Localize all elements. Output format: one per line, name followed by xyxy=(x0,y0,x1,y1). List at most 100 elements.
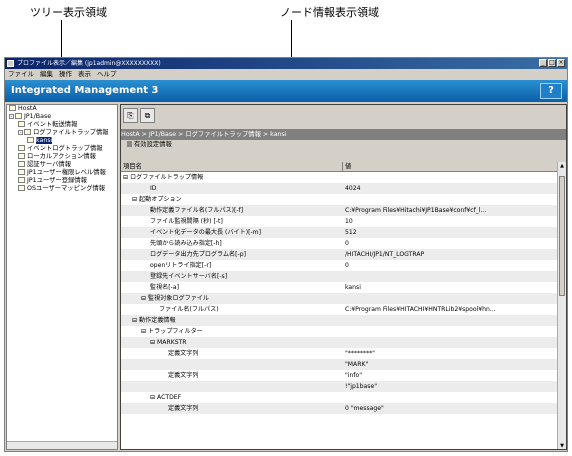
title-bar[interactable]: プロファイル表示／編集 (jp1admin@XXXXXXXXX) _ □ × xyxy=(5,58,567,69)
grid-cell-value: "info" xyxy=(345,372,363,379)
grid-cell-name: 先頭から読み込み指定[-h] xyxy=(150,240,222,247)
grid-cell-name: ログデータ出力先プログラム名[-p] xyxy=(150,251,246,258)
node-icon xyxy=(15,113,22,119)
grid-row[interactable]: !"jp1base" xyxy=(121,381,559,392)
grid-cell-value xyxy=(343,337,559,348)
grid-cell-name: openリトライ指定[-r] xyxy=(150,262,212,269)
grid-row[interactable]: ⊟ 動作定義情報 xyxy=(121,315,559,326)
grid-cell-name: ファイル監視間隔 (秒) [-t] xyxy=(150,218,223,225)
grid-cell-value: /HITACHI/JP1/NT_LOGTRAP xyxy=(345,251,425,258)
tree-item[interactable]: HostA xyxy=(7,105,117,113)
tree-area-callout: ツリー表示領域 xyxy=(30,6,107,19)
tree-item-label: JP1ユーザー登録情報 xyxy=(27,177,87,184)
section-icon xyxy=(127,141,132,147)
grid-cell-value: 0 "message" xyxy=(345,405,384,412)
grid-cell-value xyxy=(343,172,559,183)
section-label: 有効設定情報 xyxy=(134,141,172,148)
grid-cell-value: !"jp1base" xyxy=(345,383,378,390)
node-icon xyxy=(18,169,25,175)
property-grid: 項目名 値 ⊟ ログファイルトラップ情報 ID 4024 ⊟ 起動オプション動作定義フ… xyxy=(121,162,559,449)
grid-cell-value: 4024 xyxy=(345,185,361,192)
grid-cell-name: 定義文字列 xyxy=(168,350,199,357)
scroll-down-icon[interactable]: ▼ xyxy=(559,443,565,449)
tree-expander-icon[interactable]: - xyxy=(18,129,23,135)
product-title: Integrated Management 3 xyxy=(11,85,159,96)
grid-cell-name: 動作定義ファイル名(フルパス)[-f] xyxy=(150,207,244,214)
product-banner: Integrated Management 3 ? xyxy=(5,80,567,102)
menu-file[interactable]: ファイル xyxy=(8,69,34,80)
tree-item[interactable]: JP1ユーザー権限レベル情報 xyxy=(7,169,117,177)
menu-view[interactable]: 表示 xyxy=(78,69,91,80)
grid-cell-name: イベント化データの最大長 (バイト)[-m] xyxy=(150,229,261,236)
menu-operation[interactable]: 操作 xyxy=(59,69,72,80)
maximize-button[interactable]: □ xyxy=(548,59,556,67)
menu-help[interactable]: ヘルプ xyxy=(97,69,117,80)
menu-bar: ファイル 編集 操作 表示 ヘルプ xyxy=(5,69,567,80)
grid-cell-name: ファイル名(フルパス) xyxy=(159,306,219,313)
grid-row[interactable]: ファイル名(フルパス) C:¥Program Files¥HITACHI¥HNTR… xyxy=(121,304,559,315)
tree-item[interactable]: 認証サーバ情報 xyxy=(7,161,117,169)
tree-view[interactable]: HostA - JP1/Base イベント転送情報 - ログファイルトラップ情報 kansi… xyxy=(6,104,118,450)
grid-row[interactable]: 動作定義ファイル名(フルパス)[-f] C:¥Program Files¥Hita… xyxy=(121,205,559,216)
tree-item[interactable]: kansi xyxy=(7,137,117,145)
tree-item[interactable]: - JP1/Base xyxy=(7,113,117,121)
tree-item-label: イベント転送情報 xyxy=(27,121,78,128)
column-header-value[interactable]: 値 xyxy=(343,162,559,171)
grid-row[interactable]: 先頭から読み込み指定[-h] 0 xyxy=(121,238,559,249)
grid-row[interactable]: ⊟ 監視対象ログファイル xyxy=(121,293,559,304)
tree-expander-icon[interactable]: - xyxy=(9,113,14,119)
grid-row[interactable]: ⊟ トラップフィルター xyxy=(121,326,559,337)
grid-row[interactable]: 登録先イベントサーバ名[-s] xyxy=(121,271,559,282)
tree-item[interactable]: イベント転送情報 xyxy=(7,121,117,129)
minimize-button[interactable]: _ xyxy=(539,59,547,67)
grid-row[interactable]: ⊟ MARKSTR xyxy=(121,337,559,348)
tree-item-label: OSユーザーマッピング情報 xyxy=(27,185,106,192)
column-header-name[interactable]: 項目名 xyxy=(121,162,343,171)
tree-item-label: ログファイルトラップ情報 xyxy=(33,129,109,136)
tree-item[interactable]: イベントログトラップ情報 xyxy=(7,145,117,153)
scroll-up-icon[interactable]: ▲ xyxy=(559,163,565,170)
grid-row[interactable]: ログデータ出力先プログラム名[-p] /HITACHI/JP1/NT_LOGTRA… xyxy=(121,249,559,260)
grid-row[interactable]: 定義文字列 0 "message" xyxy=(121,403,559,414)
grid-cell-value: 512 xyxy=(345,229,357,236)
help-button[interactable]: ? xyxy=(540,83,562,99)
tree-item-label: ローカルアクション情報 xyxy=(27,153,96,160)
grid-cell-value: kansi xyxy=(345,284,361,291)
duplicate-icon[interactable]: ⧉ xyxy=(140,108,155,123)
tree-item[interactable]: - ログファイルトラップ情報 xyxy=(7,129,117,137)
grid-cell-name xyxy=(121,381,343,392)
tree-item-label: JP1ユーザー権限レベル情報 xyxy=(27,169,106,176)
tree-item[interactable]: ローカルアクション情報 xyxy=(7,153,117,161)
node-icon xyxy=(18,161,25,167)
grid-row[interactable]: ID 4024 xyxy=(121,183,559,194)
grid-cell-name: ⊟ 起動オプション xyxy=(132,196,182,203)
grid-cell-name: ⊟ トラップフィルター xyxy=(141,328,203,335)
grid-row[interactable]: ファイル監視間隔 (秒) [-t] 10 xyxy=(121,216,559,227)
grid-row[interactable]: ⊟ ACTDEF xyxy=(121,392,559,403)
grid-row[interactable]: "MARK" xyxy=(121,359,559,370)
menu-edit[interactable]: 編集 xyxy=(40,69,53,80)
grid-cell-value: C:¥Program Files¥Hitachi¥JP1Base¥conf¥cf… xyxy=(345,207,487,214)
grid-row[interactable]: 定義文字列 "info" xyxy=(121,370,559,381)
grid-cell-value xyxy=(343,326,559,337)
scrollbar-thumb[interactable] xyxy=(559,176,565,296)
tree-item[interactable]: OSユーザーマッピング情報 xyxy=(7,185,117,193)
vertical-scrollbar[interactable]: ▲ ▼ xyxy=(557,162,566,449)
node-icon xyxy=(18,121,25,127)
grid-cell-name: ⊟ MARKSTR xyxy=(150,339,187,346)
grid-row[interactable]: ⊟ 起動オプション xyxy=(121,194,559,205)
grid-row[interactable]: ⊟ ログファイルトラップ情報 xyxy=(121,172,559,183)
copy-icon[interactable]: ⎘ xyxy=(123,108,138,123)
grid-row[interactable]: 監視名[-a] kansi xyxy=(121,282,559,293)
close-button[interactable]: × xyxy=(557,59,565,67)
toolbar: ⎘ ⧉ xyxy=(121,105,566,129)
grid-cell-value xyxy=(343,194,559,205)
grid-cell-value xyxy=(343,293,559,304)
grid-row[interactable]: 定義文字列 "********" xyxy=(121,348,559,359)
horizontal-scrollbar[interactable] xyxy=(7,441,117,449)
grid-row[interactable]: イベント化データの最大長 (バイト)[-m] 512 xyxy=(121,227,559,238)
grid-cell-name: ⊟ ACTDEF xyxy=(150,394,182,401)
grid-row[interactable]: openリトライ指定[-r] 0 xyxy=(121,260,559,271)
grid-cell-value: C:¥Program Files¥HITACHI¥HNTRLib2¥spool¥… xyxy=(345,306,496,313)
tree-item[interactable]: JP1ユーザー登録情報 xyxy=(7,177,117,185)
